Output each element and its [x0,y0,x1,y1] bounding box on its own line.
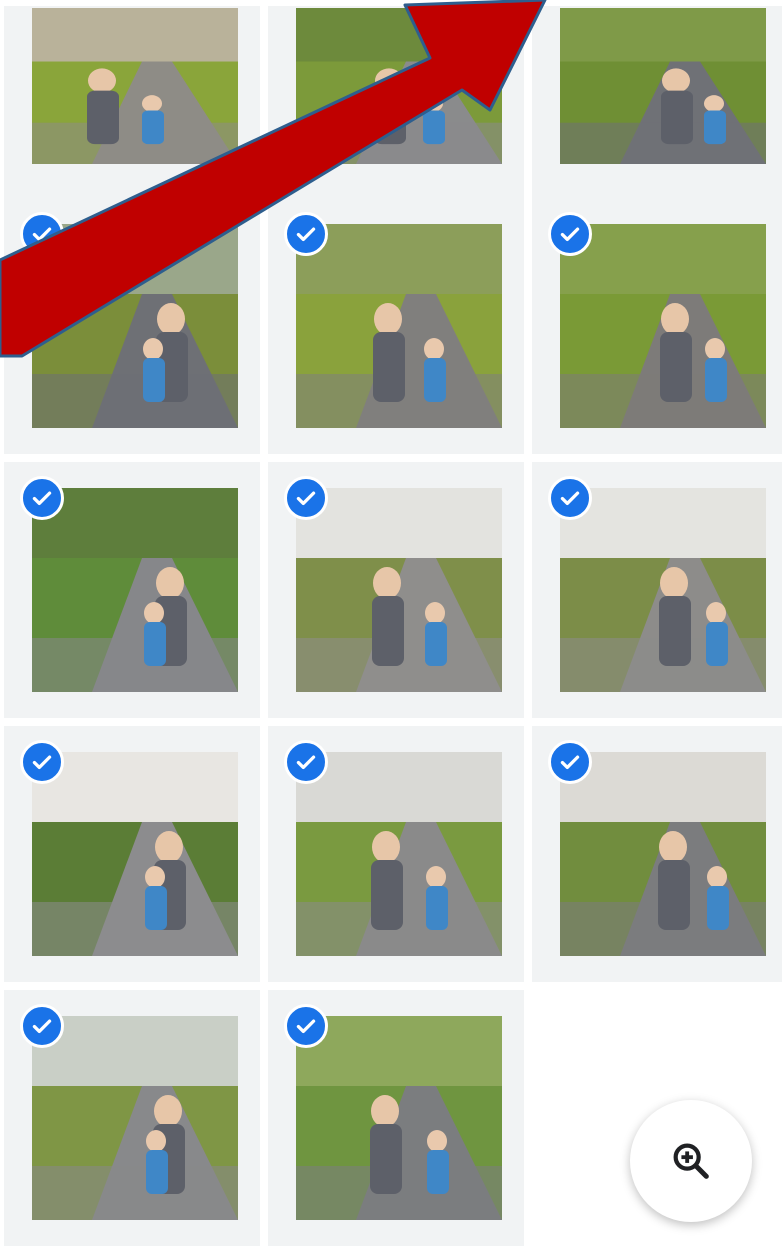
zoom-in-icon [673,1143,709,1179]
selected-check-icon[interactable] [284,476,328,520]
photo-tile[interactable] [4,462,260,718]
selected-check-icon[interactable] [284,212,328,256]
selected-check-icon[interactable] [284,740,328,784]
selected-check-icon[interactable] [20,212,64,256]
photo-thumbnail [32,8,238,164]
photo-thumbnail [296,752,502,956]
selected-check-icon[interactable] [20,1004,64,1048]
photo-thumbnail [32,488,238,692]
photo-thumbnail [560,8,766,164]
photo-thumbnail [32,1016,238,1220]
photo-thumbnail [32,752,238,956]
zoom-button[interactable] [630,1100,752,1222]
photo-tile[interactable] [532,462,782,718]
photo-tile[interactable] [268,198,524,454]
photo-thumbnail [296,224,502,428]
photo-thumbnail [296,8,502,164]
selected-check-icon[interactable] [20,740,64,784]
photo-thumbnail [296,488,502,692]
selected-check-icon[interactable] [20,476,64,520]
photo-tile[interactable] [532,198,782,454]
photo-tile[interactable] [268,462,524,718]
selected-check-icon[interactable] [548,476,592,520]
status-strip [0,0,782,6]
photo-thumbnail [560,488,766,692]
photo-tile[interactable] [4,726,260,982]
photo-thumbnail [560,752,766,956]
photo-tile[interactable] [268,726,524,982]
photo-tile[interactable] [4,198,260,454]
photo-tile[interactable] [532,726,782,982]
photo-thumbnail [32,224,238,428]
selected-check-icon[interactable] [548,740,592,784]
photo-tile[interactable] [268,990,524,1246]
photo-grid [0,0,782,1246]
photo-tile[interactable] [4,990,260,1246]
photo-thumbnail [560,224,766,428]
selected-check-icon[interactable] [548,212,592,256]
selected-check-icon[interactable] [284,1004,328,1048]
photo-thumbnail [296,1016,502,1220]
